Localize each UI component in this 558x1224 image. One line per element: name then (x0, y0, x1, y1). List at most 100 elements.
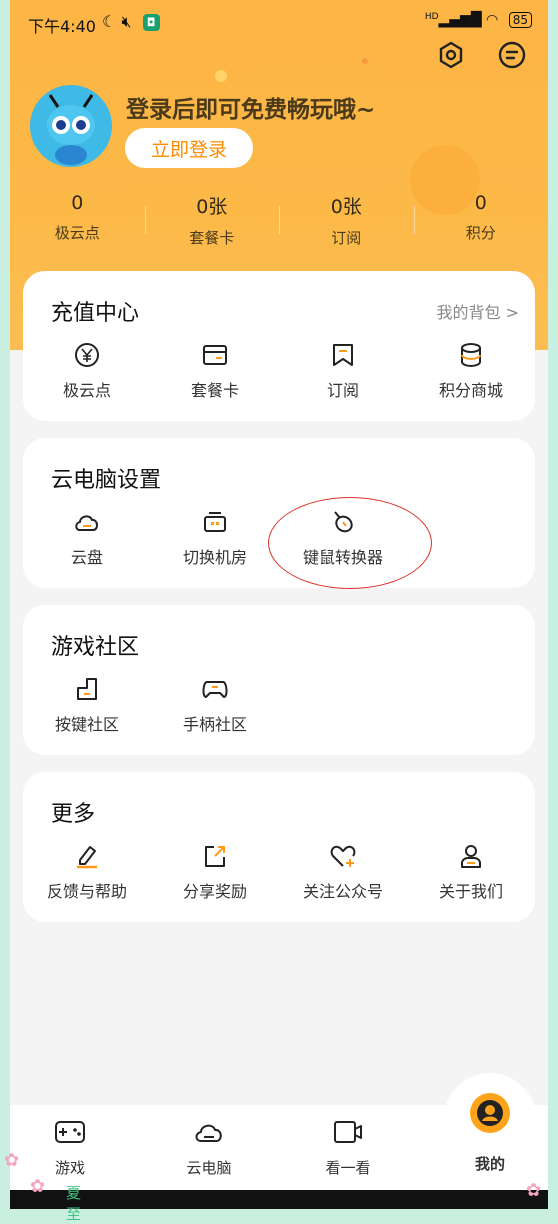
tab-cloud-pc[interactable]: 云电脑 (169, 1117, 249, 1178)
highlight-circle (268, 497, 432, 589)
pc-item-switch-room[interactable]: 切换机房 (151, 508, 279, 568)
pencil-icon (77, 846, 97, 869)
person-icon (461, 845, 481, 868)
cloud-icon (195, 1124, 222, 1142)
bottom-bar (10, 1190, 548, 1209)
recharge-card: 充值中心 我的背包 > 极云点 套餐卡 订阅 积分商城 (23, 271, 535, 421)
wifi-icon: ◠ (486, 12, 499, 28)
message-icon (498, 41, 526, 69)
tab-games[interactable]: 游戏 (30, 1117, 110, 1178)
stat-cards[interactable]: 0张套餐卡 (144, 192, 280, 248)
recharge-item-card[interactable]: 套餐卡 (151, 341, 279, 401)
community-item-keys[interactable]: 按键社区 (23, 675, 151, 735)
item-label: 积分商城 (438, 381, 503, 400)
stat-points[interactable]: 0 极云点 (10, 192, 145, 248)
stat-score[interactable]: 0 积分 (413, 192, 549, 248)
keypad-icon (77, 678, 97, 700)
status-bar: 下午4:40 ☾ 🔇︎ ◘ HD▂▄▆█ ◠ 85 (10, 0, 548, 46)
card-icon (203, 345, 227, 365)
coin-icon (75, 343, 99, 367)
status-time: 下午4:40 (28, 17, 96, 36)
share-icon (205, 846, 225, 867)
stat-label: 套餐卡 (189, 229, 235, 247)
stat-value: 0张 (330, 196, 362, 218)
recharge-item-shop[interactable]: 积分商城 (407, 341, 535, 401)
more-item-about[interactable]: 关于我们 (407, 842, 535, 902)
item-label: 手柄社区 (182, 715, 247, 734)
tab-label: 云电脑 (186, 1159, 232, 1177)
database-icon (461, 343, 481, 368)
robot-avatar-icon (47, 94, 95, 165)
login-prompt: 登录后即可免费畅玩哦~ (126, 97, 376, 123)
flower-icon: ✿ (526, 1180, 542, 1201)
recharge-item-points[interactable]: 极云点 (23, 341, 151, 401)
item-label: 关注公众号 (302, 882, 383, 901)
tab-label: 游戏 (54, 1159, 85, 1177)
section-title: 云电脑设置 (51, 468, 162, 493)
stat-subscriptions[interactable]: 0张订阅 (279, 192, 414, 248)
gamepad-icon (55, 1121, 85, 1143)
item-label: 极云点 (62, 381, 111, 400)
decoration-dot (362, 58, 368, 64)
hexagon-settings-icon (439, 41, 463, 69)
tab-label: 我的 (474, 1155, 505, 1173)
messages-button[interactable] (497, 40, 527, 70)
tab-label: 看一看 (325, 1159, 371, 1177)
more-grid: 反馈与帮助 分享奖励 关注公众号 关于我们 (23, 842, 535, 902)
stat-value: 0张 (196, 196, 228, 218)
flower-icon: ✿ (4, 1150, 20, 1171)
login-button[interactable]: 立即登录 (125, 128, 253, 168)
tab-watch[interactable]: 看一看 (308, 1117, 388, 1178)
item-label: 反馈与帮助 (46, 882, 127, 901)
server-icon (204, 512, 226, 532)
signal-icon: ▂▄▆█ (438, 12, 482, 28)
cloud-icon (75, 515, 98, 531)
stat-label: 订阅 (331, 229, 362, 247)
stats-row: 0 极云点 0张套餐卡 0张订阅 0 积分 (10, 192, 548, 248)
more-item-share[interactable]: 分享奖励 (151, 842, 279, 902)
item-label: 云盘 (70, 548, 103, 567)
tab-mine[interactable]: 我的 (450, 1091, 530, 1174)
item-label: 关于我们 (438, 882, 503, 901)
item-label: 分享奖励 (182, 882, 247, 901)
section-title: 充值中心 (51, 301, 140, 326)
settings-button[interactable] (436, 40, 466, 70)
community-item-gamepad[interactable]: 手柄社区 (151, 675, 279, 735)
video-icon (334, 1121, 362, 1143)
recharge-grid: 极云点 套餐卡 订阅 积分商城 (23, 341, 535, 401)
mute-icon: 🔇︎ (121, 12, 132, 31)
profile-icon (470, 1093, 510, 1133)
section-title: 更多 (51, 802, 96, 827)
section-title: 游戏社区 (51, 635, 140, 660)
gamepad-icon (202, 681, 228, 698)
moon-icon: ☾ (102, 12, 117, 31)
backpack-link[interactable]: 我的背包 > (437, 299, 520, 323)
battery-icon: 85 (508, 12, 532, 28)
item-label: 按键社区 (54, 715, 119, 734)
pc-item-cloud-disk[interactable]: 云盘 (23, 508, 151, 568)
avatar[interactable] (30, 85, 112, 167)
more-item-feedback[interactable]: 反馈与帮助 (23, 842, 151, 902)
more-item-follow[interactable]: 关注公众号 (279, 842, 407, 902)
bookmark-icon (333, 344, 353, 366)
item-label: 订阅 (326, 381, 359, 400)
recharge-item-subscription[interactable]: 订阅 (279, 341, 407, 401)
app-screen: 下午4:40 ☾ 🔇︎ ◘ HD▂▄▆█ ◠ 85 登录后即可免费畅玩哦~ 立即… (10, 0, 548, 1209)
stat-label: 积分 (465, 224, 496, 242)
network-label: HD (424, 12, 439, 22)
item-label: 套餐卡 (190, 381, 239, 400)
item-label: 切换机房 (182, 548, 247, 567)
status-icons: ☾ 🔇︎ ◘ (102, 12, 160, 32)
heart-plus-icon (330, 845, 356, 867)
status-right: HD▂▄▆█ ◠ 85 (425, 12, 532, 28)
community-card: 游戏社区 按键社区 手柄社区 (23, 605, 535, 755)
decoration-dot (215, 70, 227, 82)
flower-icon: ✿ (30, 1176, 46, 1197)
stat-label: 极云点 (54, 224, 100, 242)
shield-icon: ◘ (142, 14, 160, 31)
community-grid: 按键社区 手柄社区 (23, 675, 535, 735)
more-card: 更多 反馈与帮助 分享奖励 关注公众号 关于我们 (23, 772, 535, 922)
tab-bar: 游戏 云电脑 看一看 我的 (10, 1093, 548, 1190)
stat-value: 0 (71, 192, 84, 214)
stat-value: 0 (474, 192, 487, 214)
